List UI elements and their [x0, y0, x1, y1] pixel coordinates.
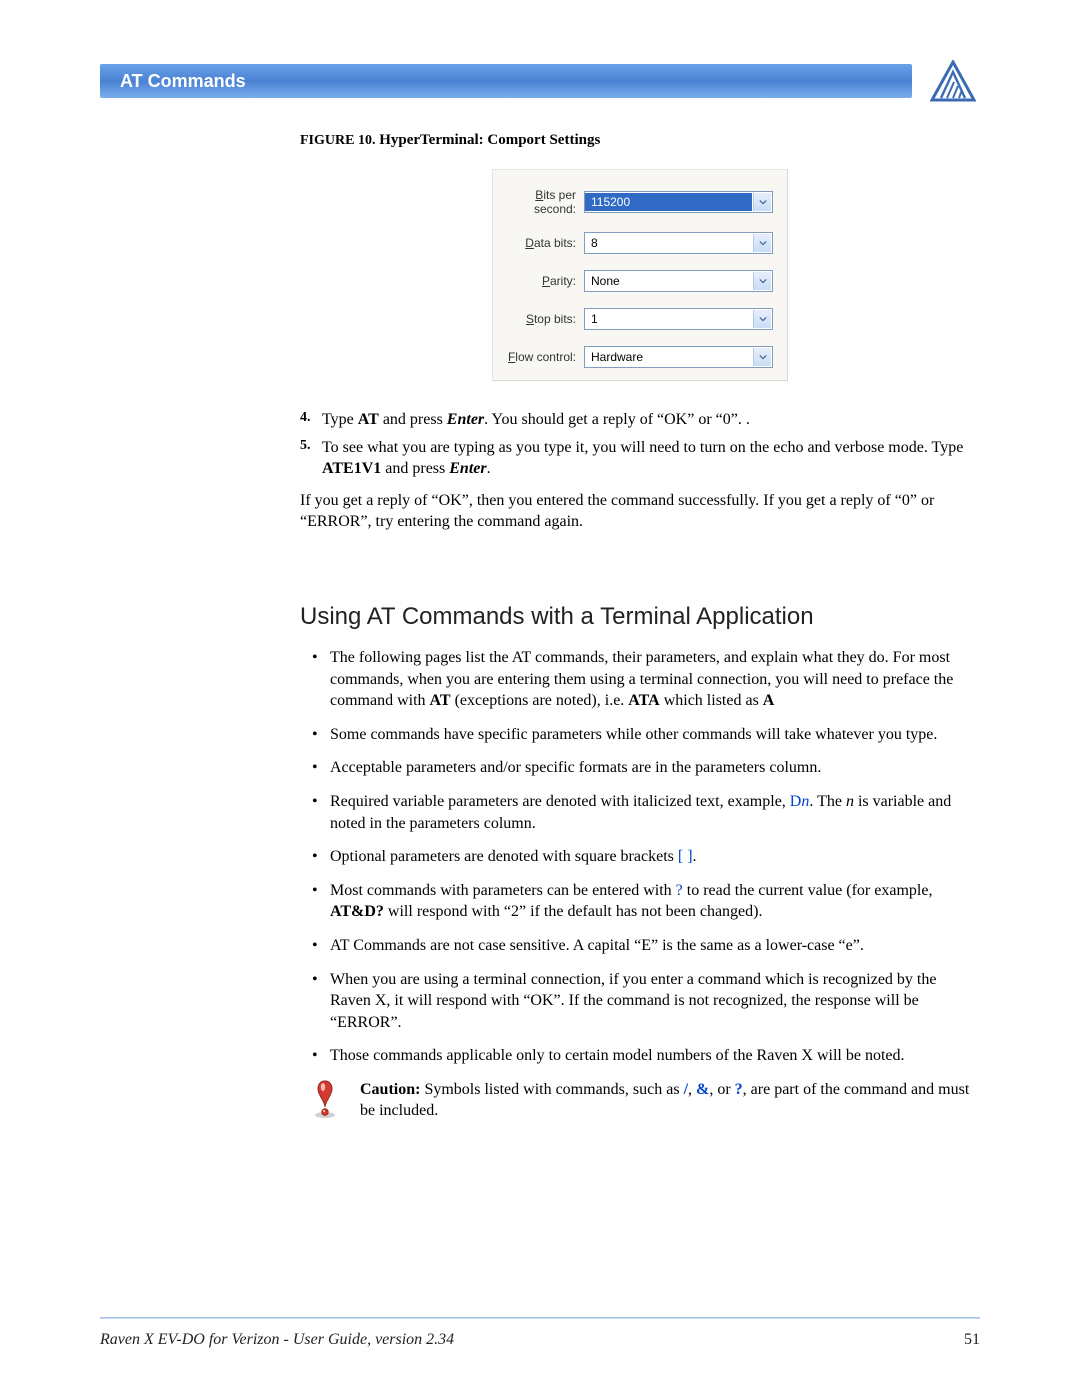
- parity-dropdown-button[interactable]: [753, 272, 771, 290]
- bits-per-second-combo[interactable]: [584, 191, 773, 213]
- section-heading: Using AT Commands with a Terminal Applic…: [300, 603, 980, 631]
- footer: Raven X EV-DO for Verizon - User Guide, …: [100, 1331, 980, 1349]
- bits-per-second-row: Bits per second:: [507, 188, 773, 216]
- bullet-2: Some commands have specific parameters w…: [300, 724, 980, 746]
- bullet-5: Optional parameters are denoted with squ…: [300, 846, 980, 868]
- data-bits-input[interactable]: [585, 234, 752, 252]
- header: AT Commands: [100, 60, 980, 102]
- chevron-down-icon: [759, 277, 767, 285]
- caution-row: Caution: Symbols listed with commands, s…: [300, 1079, 980, 1124]
- header-title: AT Commands: [120, 71, 246, 92]
- stop-bits-input[interactable]: [585, 310, 752, 328]
- parity-label: Parity:: [507, 274, 576, 288]
- stop-bits-combo[interactable]: [584, 308, 773, 330]
- bullet-1: The following pages list the AT commands…: [300, 647, 980, 712]
- parity-input[interactable]: [585, 272, 752, 290]
- chevron-down-icon: [759, 198, 767, 206]
- data-bits-row: Data bits:: [507, 232, 773, 254]
- content: FIGURE 10. HyperTerminal: Comport Settin…: [100, 102, 980, 1124]
- figure-caption: FIGURE 10. HyperTerminal: Comport Settin…: [300, 132, 980, 149]
- chevron-down-icon: [759, 239, 767, 247]
- stop-bits-row: Stop bits:: [507, 308, 773, 330]
- data-bits-dropdown-button[interactable]: [753, 234, 771, 252]
- bullet-4: Required variable parameters are denoted…: [300, 791, 980, 834]
- flow-control-label: Flow control:: [507, 350, 576, 364]
- chevron-down-icon: [759, 353, 767, 361]
- flow-control-row: Flow control:: [507, 346, 773, 368]
- step-5: To see what you are typing as you type i…: [300, 437, 980, 480]
- parity-combo[interactable]: [584, 270, 773, 292]
- bits-per-second-input[interactable]: [585, 193, 752, 211]
- figure-title: HyperTerminal: Comport Settings: [379, 132, 600, 148]
- page: AT Commands FIGURE 10. HyperTerminal: Co…: [0, 0, 1080, 1397]
- flow-control-dropdown-button[interactable]: [753, 348, 771, 366]
- data-bits-combo[interactable]: [584, 232, 773, 254]
- data-bits-label: Data bits:: [507, 236, 576, 250]
- footer-page-number: 51: [964, 1331, 980, 1349]
- bullet-list: The following pages list the AT commands…: [300, 647, 980, 1067]
- comport-settings-panel: Bits per second: Data bits:: [492, 169, 788, 381]
- bullet-7: AT Commands are not case sensitive. A ca…: [300, 935, 980, 957]
- flow-control-input[interactable]: [585, 348, 752, 366]
- step-4: Type AT and press Enter. You should get …: [300, 409, 980, 431]
- caution-text: Caution: Symbols listed with commands, s…: [360, 1079, 980, 1124]
- flow-control-combo[interactable]: [584, 346, 773, 368]
- bullet-6: Most commands with parameters can be ent…: [300, 880, 980, 923]
- footer-rule: [100, 1317, 980, 1319]
- stop-bits-dropdown-button[interactable]: [753, 310, 771, 328]
- logo: [926, 60, 980, 102]
- caution-icon: [310, 1079, 342, 1124]
- footer-title: Raven X EV-DO for Verizon - User Guide, …: [100, 1331, 454, 1349]
- stop-bits-label: Stop bits:: [507, 312, 576, 326]
- after-steps-paragraph: If you get a reply of “OK”, then you ent…: [300, 490, 980, 533]
- parity-row: Parity:: [507, 270, 773, 292]
- bullet-8: When you are using a terminal connection…: [300, 969, 980, 1034]
- bits-per-second-label: Bits per second:: [507, 188, 576, 216]
- chevron-down-icon: [759, 315, 767, 323]
- bits-per-second-dropdown-button[interactable]: [753, 193, 771, 211]
- logo-icon: [930, 60, 976, 102]
- bullet-3: Acceptable parameters and/or specific fo…: [300, 757, 980, 779]
- figure-number: FIGURE 10.: [300, 133, 375, 148]
- header-band: AT Commands: [100, 64, 912, 98]
- bullet-9: Those commands applicable only to certai…: [300, 1045, 980, 1067]
- steps-list: Type AT and press Enter. You should get …: [300, 409, 980, 480]
